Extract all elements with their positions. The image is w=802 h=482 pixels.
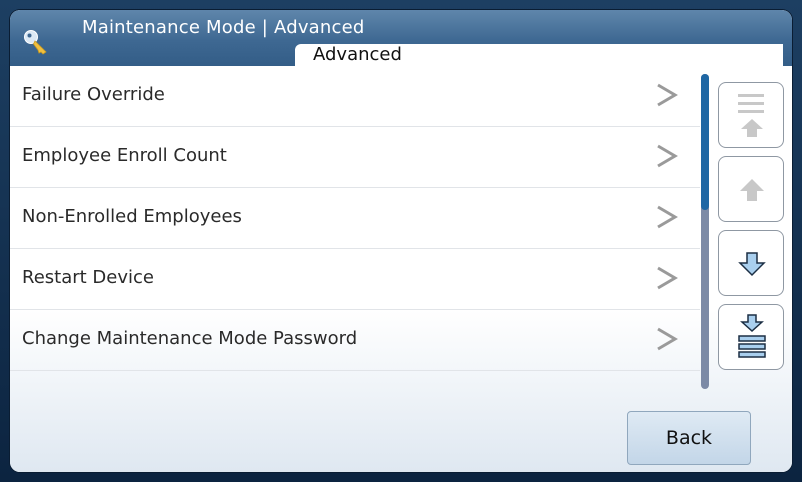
device-frame: Maintenance Mode | Advanced Advanced Fai… [0,0,802,482]
chevron-right-icon [655,142,679,170]
menu-item-restart-device[interactable]: Restart Device [10,249,700,310]
menu-item-label: Non-Enrolled Employees [22,206,242,227]
menu-item-non-enrolled-employees[interactable]: Non-Enrolled Employees [10,188,700,249]
menu-item-employee-enroll-count[interactable]: Employee Enroll Count [10,127,700,188]
scroll-to-top-button[interactable] [718,82,784,148]
maintenance-window: Maintenance Mode | Advanced Advanced Fai… [10,10,792,472]
scrollbar[interactable] [701,74,709,389]
menu-item-label: Failure Override [22,84,165,105]
scroll-down-button[interactable] [718,230,784,296]
scroll-up-button[interactable] [718,156,784,222]
key-icon [22,28,50,56]
menu-item-label: Change Maintenance Mode Password [22,328,358,349]
content-area: Failure Override Employee Enroll Count N… [10,66,792,472]
title-bar: Maintenance Mode | Advanced Advanced [10,10,792,66]
scroll-to-bottom-button[interactable] [718,304,784,370]
chevron-right-icon [655,81,679,109]
scrollbar-thumb[interactable] [701,74,709,210]
menu-item-label: Restart Device [22,267,154,288]
chevron-right-icon [655,264,679,292]
menu-item-failure-override[interactable]: Failure Override [10,66,700,127]
chevron-right-icon [655,203,679,231]
menu-list: Failure Override Employee Enroll Count N… [10,66,700,371]
back-button[interactable]: Back [627,411,751,465]
tab-advanced: Advanced [295,44,783,66]
menu-item-label: Employee Enroll Count [22,145,227,166]
menu-item-change-password[interactable]: Change Maintenance Mode Password [10,310,700,371]
tab-label: Advanced [313,44,402,65]
chevron-right-icon [655,325,679,353]
page-title: Maintenance Mode | Advanced [82,17,365,38]
